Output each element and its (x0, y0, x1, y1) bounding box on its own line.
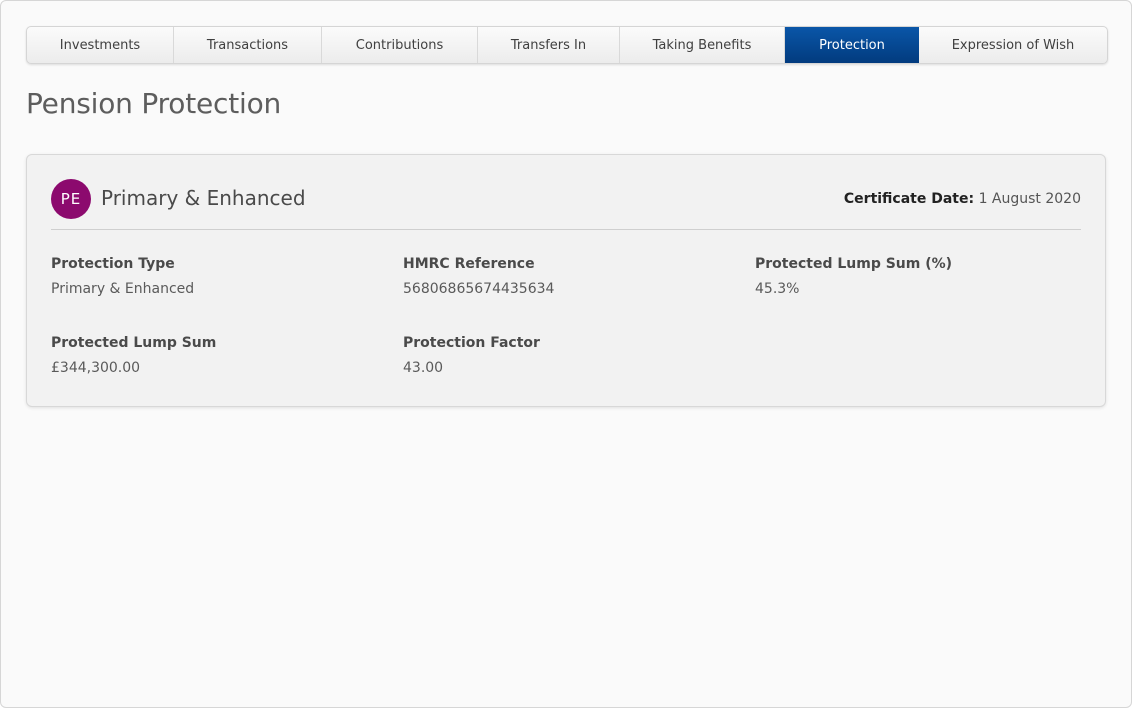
tab-expression-of-wish[interactable]: Expression of Wish (919, 27, 1107, 63)
field-label: HMRC Reference (403, 256, 535, 272)
tab-transactions[interactable]: Transactions (174, 27, 322, 63)
tab-transfers-in[interactable]: Transfers In (478, 27, 620, 63)
field-value: 45.3% (755, 281, 800, 297)
card-divider (51, 229, 1081, 230)
app-frame: Investments Transactions Contributions T… (0, 0, 1132, 708)
page-title: Pension Protection (26, 87, 282, 120)
field-value: Primary & Enhanced (51, 281, 195, 297)
field-label: Protection Factor (403, 335, 540, 351)
certificate-date: Certificate Date: 1 August 2020 (844, 191, 1081, 207)
field-hmrc-reference: HMRC Reference 56806865674435634 (403, 256, 554, 297)
tab-bar: Investments Transactions Contributions T… (26, 26, 1108, 64)
field-protected-lump-sum: Protected Lump Sum £344,300.00 (51, 335, 216, 376)
field-value: 56806865674435634 (403, 281, 555, 297)
protection-card: PE Primary & Enhanced Certificate Date: … (26, 154, 1106, 407)
tab-contributions[interactable]: Contributions (322, 27, 478, 63)
card-title: Primary & Enhanced (101, 186, 306, 210)
avatar: PE (51, 179, 91, 219)
tab-investments[interactable]: Investments (27, 27, 174, 63)
tab-protection[interactable]: Protection (785, 27, 919, 63)
field-value: £344,300.00 (51, 360, 141, 376)
tab-taking-benefits[interactable]: Taking Benefits (620, 27, 785, 63)
field-label: Protected Lump Sum (%) (755, 256, 953, 272)
field-label: Protection Type (51, 256, 175, 272)
field-label: Protected Lump Sum (51, 335, 217, 351)
field-value: 43.00 (403, 360, 444, 376)
certificate-date-value: 1 August 2020 (978, 191, 1081, 207)
field-protected-lump-sum-percent: Protected Lump Sum (%) 45.3% (755, 256, 952, 297)
certificate-date-label: Certificate Date: (843, 191, 975, 207)
field-protection-type: Protection Type Primary & Enhanced (51, 256, 194, 297)
field-protection-factor: Protection Factor 43.00 (403, 335, 540, 376)
